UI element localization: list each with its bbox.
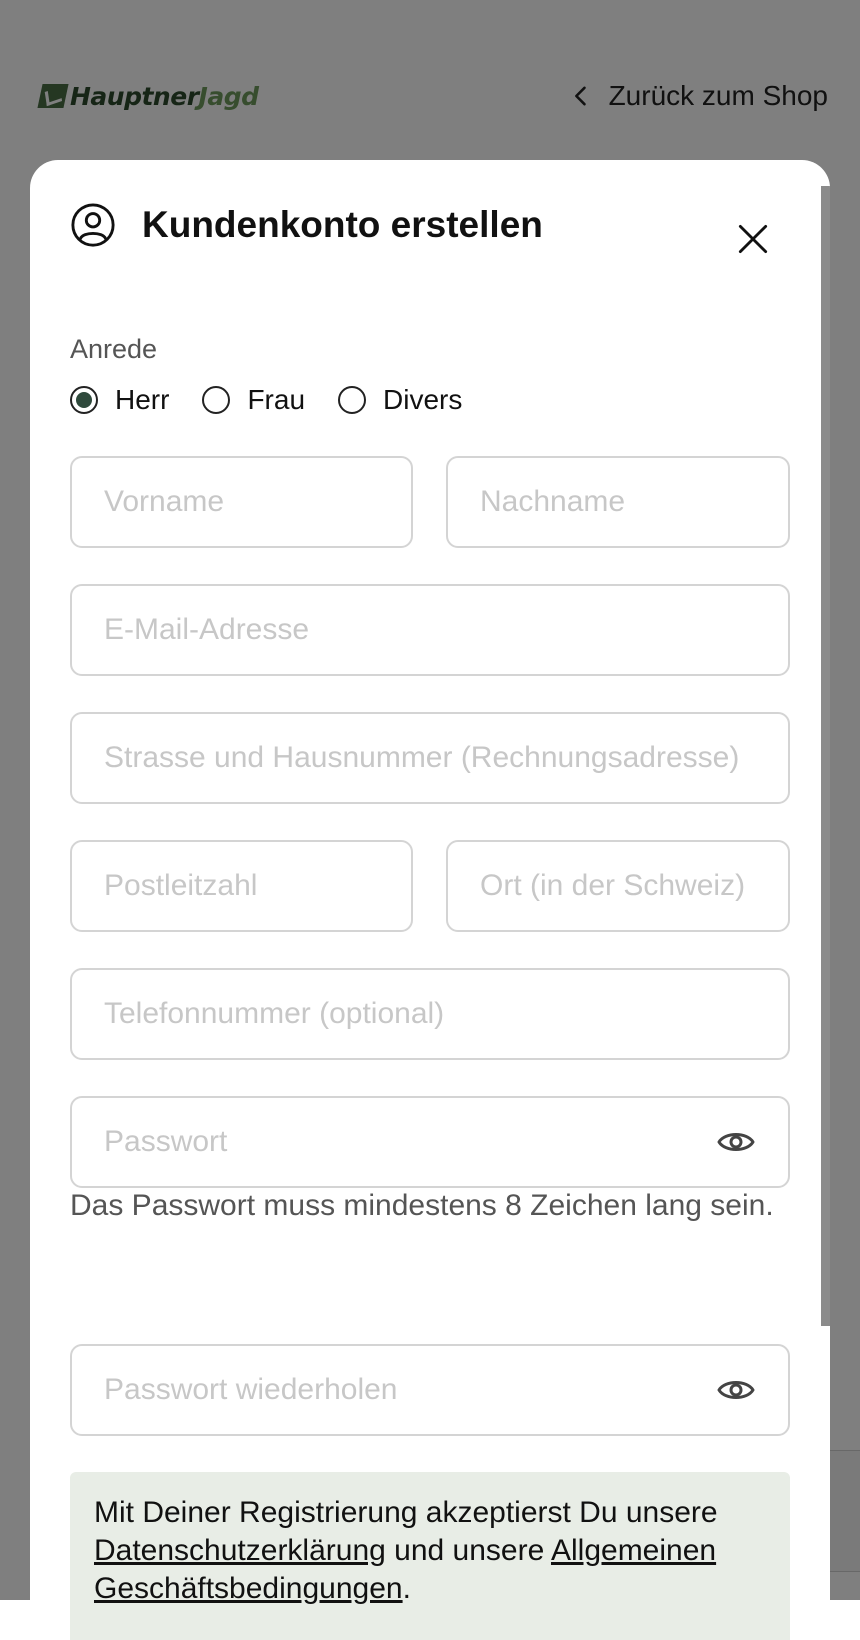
vorname-field[interactable] <box>70 456 413 548</box>
privacy-policy-link[interactable]: Datenschutzerklärung <box>94 1534 386 1567</box>
radio-frau[interactable]: Frau <box>202 384 305 416</box>
radio-divers[interactable]: Divers <box>338 384 462 416</box>
register-modal: Kundenkonto erstellen Anrede Herr Frau D… <box>30 160 830 1640</box>
user-circle-icon <box>71 203 115 247</box>
password-repeat-input[interactable] <box>104 1373 706 1407</box>
city-input[interactable] <box>480 869 756 903</box>
radio-herr[interactable]: Herr <box>70 384 169 416</box>
terms-notice: Mit Deiner Registrierung akzeptierst Du … <box>70 1472 790 1640</box>
street-input[interactable] <box>104 741 756 775</box>
radio-herr-label: Herr <box>115 384 170 415</box>
password-hint: Das Passwort muss mindestens 8 Zeichen l… <box>70 1189 774 1222</box>
email-field[interactable] <box>70 584 790 676</box>
city-field[interactable] <box>446 840 790 932</box>
radio-frau-circle[interactable] <box>202 386 231 414</box>
password-field[interactable] <box>70 1096 790 1188</box>
modal-scrollbar[interactable] <box>821 186 830 1326</box>
modal-title: Kundenkonto erstellen <box>142 204 543 245</box>
eye-icon[interactable] <box>716 1370 756 1410</box>
postal-code-field[interactable] <box>70 840 413 932</box>
password-input[interactable] <box>104 1125 706 1159</box>
password-repeat-field[interactable] <box>70 1344 790 1436</box>
phone-input[interactable] <box>104 997 756 1031</box>
close-icon[interactable] <box>734 220 772 258</box>
radio-frau-label: Frau <box>247 384 306 415</box>
email-input[interactable] <box>104 613 756 647</box>
modal-header: Kundenkonto erstellen <box>70 200 790 250</box>
radio-herr-circle[interactable] <box>70 386 98 414</box>
nachname-field[interactable] <box>446 456 790 548</box>
vorname-input[interactable] <box>104 485 379 519</box>
street-field[interactable] <box>70 712 790 804</box>
notice-text-2: und unsere <box>394 1534 545 1567</box>
notice-text-3: . <box>402 1572 411 1605</box>
postal-code-input[interactable] <box>104 869 379 903</box>
notice-text-1: Mit Deiner Registrierung akzeptierst Du … <box>94 1496 718 1529</box>
nachname-input[interactable] <box>480 485 756 519</box>
radio-divers-circle[interactable] <box>338 386 367 414</box>
radio-divers-label: Divers <box>383 384 463 415</box>
anrede-radio-group: Herr Frau Divers <box>70 380 495 420</box>
eye-icon[interactable] <box>716 1122 756 1162</box>
anrede-label: Anrede <box>70 334 158 364</box>
phone-field[interactable] <box>70 968 790 1060</box>
